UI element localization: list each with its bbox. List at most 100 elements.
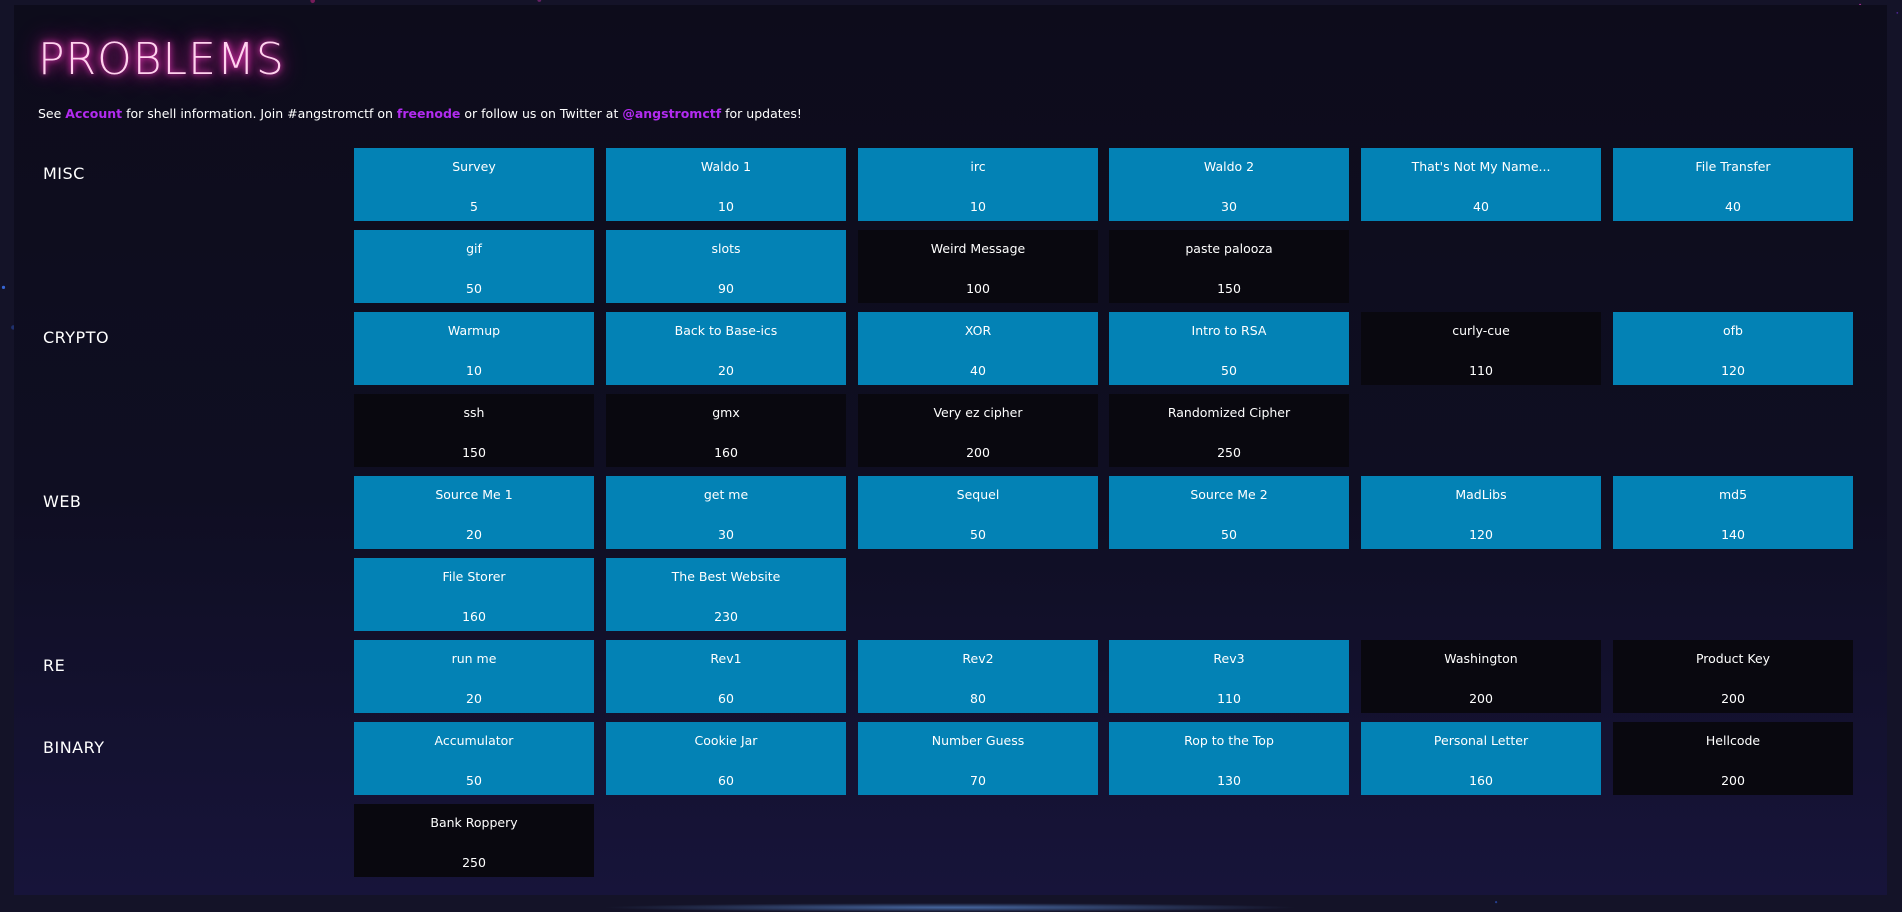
- problem-card[interactable]: Rev2 80: [858, 640, 1098, 713]
- problem-name: Waldo 1: [700, 159, 752, 174]
- problem-card[interactable]: ssh 150: [354, 394, 594, 467]
- problem-name: Product Key: [1695, 651, 1771, 666]
- problem-points: 20: [718, 363, 734, 378]
- problem-card[interactable]: Very ez cipher 200: [858, 394, 1098, 467]
- problem-points: 50: [1221, 363, 1237, 378]
- problem-name: Number Guess: [931, 733, 1025, 748]
- problem-name: Rev1: [710, 651, 742, 666]
- problem-card[interactable]: slots 90: [606, 230, 846, 303]
- problem-card[interactable]: Intro to RSA 50: [1109, 312, 1349, 385]
- problem-card[interactable]: irc 10: [858, 148, 1098, 221]
- problem-card[interactable]: Waldo 2 30: [1109, 148, 1349, 221]
- problem-points: 50: [1221, 527, 1237, 542]
- problem-card[interactable]: Rev3 110: [1109, 640, 1349, 713]
- problem-card[interactable]: gif 50: [354, 230, 594, 303]
- problem-points: 120: [1469, 527, 1493, 542]
- problem-name: Cookie Jar: [694, 733, 758, 748]
- problem-card[interactable]: gmx 160: [606, 394, 846, 467]
- problem-card[interactable]: Bank Roppery 250: [354, 804, 594, 877]
- problem-card[interactable]: Accumulator 50: [354, 722, 594, 795]
- problem-points: 30: [718, 527, 734, 542]
- problem-card[interactable]: Washington 200: [1361, 640, 1601, 713]
- problem-card[interactable]: MadLibs 120: [1361, 476, 1601, 549]
- problem-card[interactable]: md5 140: [1613, 476, 1853, 549]
- problem-name: paste palooza: [1185, 241, 1273, 256]
- problem-name: Rop to the Top: [1184, 733, 1274, 748]
- problem-card[interactable]: Source Me 2 50: [1109, 476, 1349, 549]
- problem-card[interactable]: Randomized Cipher 250: [1109, 394, 1349, 467]
- problem-card[interactable]: get me 30: [606, 476, 846, 549]
- problem-points: 50: [466, 281, 482, 296]
- problem-points: 60: [718, 691, 734, 706]
- problem-card[interactable]: curly-cue 110: [1361, 312, 1601, 385]
- problem-points: 60: [718, 773, 734, 788]
- category-label-crypto: CRYPTO: [43, 328, 110, 347]
- category-label-binary: BINARY: [43, 738, 105, 757]
- problem-name: Randomized Cipher: [1167, 405, 1291, 420]
- problem-points: 10: [970, 199, 986, 214]
- problem-card[interactable]: Survey 5: [354, 148, 594, 221]
- problem-card[interactable]: Product Key 200: [1613, 640, 1853, 713]
- problem-card[interactable]: File Storer 160: [354, 558, 594, 631]
- problem-name: curly-cue: [1452, 323, 1510, 338]
- problem-points: 110: [1469, 363, 1493, 378]
- problem-name: Warmup: [447, 323, 501, 338]
- account-link[interactable]: Account: [65, 106, 122, 121]
- problem-name: slots: [711, 241, 741, 256]
- problem-card[interactable]: File Transfer 40: [1613, 148, 1853, 221]
- problem-card[interactable]: Personal Letter 160: [1361, 722, 1601, 795]
- problem-points: 30: [1221, 199, 1237, 214]
- problem-points: 200: [1469, 691, 1493, 706]
- problem-card[interactable]: XOR 40: [858, 312, 1098, 385]
- intro-middle: for shell information. Join #angstromctf…: [122, 106, 397, 121]
- problem-points: 40: [1473, 199, 1489, 214]
- problem-points: 40: [970, 363, 986, 378]
- problem-points: 150: [1217, 281, 1241, 296]
- problem-points: 230: [714, 609, 738, 624]
- problem-card[interactable]: The Best Website 230: [606, 558, 846, 631]
- problem-card[interactable]: ofb 120: [1613, 312, 1853, 385]
- problem-card[interactable]: That's Not My Name... 40: [1361, 148, 1601, 221]
- problem-points: 10: [718, 199, 734, 214]
- category-label-web: WEB: [43, 492, 82, 511]
- problem-points: 20: [466, 527, 482, 542]
- problem-points: 20: [466, 691, 482, 706]
- problem-points: 130: [1217, 773, 1241, 788]
- problem-card[interactable]: Warmup 10: [354, 312, 594, 385]
- problem-name: Hellcode: [1705, 733, 1761, 748]
- problem-name: Intro to RSA: [1191, 323, 1267, 338]
- problem-name: Back to Base-ics: [674, 323, 778, 338]
- problem-name: Weird Message: [930, 241, 1026, 256]
- problem-card[interactable]: Source Me 1 20: [354, 476, 594, 549]
- problem-card[interactable]: run me 20: [354, 640, 594, 713]
- problem-points: 110: [1217, 691, 1241, 706]
- problem-points: 5: [470, 199, 478, 214]
- freenode-link[interactable]: freenode: [397, 106, 460, 121]
- problem-points: 90: [718, 281, 734, 296]
- problem-name: XOR: [964, 323, 992, 338]
- problem-card[interactable]: Sequel 50: [858, 476, 1098, 549]
- problem-name: Bank Roppery: [430, 815, 518, 830]
- intro-prefix: See: [38, 106, 66, 121]
- problem-card[interactable]: Hellcode 200: [1613, 722, 1853, 795]
- problem-points: 200: [1721, 691, 1745, 706]
- problem-name: Survey: [452, 159, 496, 174]
- problem-card[interactable]: Weird Message 100: [858, 230, 1098, 303]
- twitter-link[interactable]: @angstromctf: [622, 106, 721, 121]
- category-label-re: RE: [43, 656, 66, 675]
- problem-name: Personal Letter: [1433, 733, 1529, 748]
- problem-name: Washington: [1444, 651, 1518, 666]
- problem-name: Rev3: [1213, 651, 1245, 666]
- problem-card[interactable]: Waldo 1 10: [606, 148, 846, 221]
- problem-name: File Transfer: [1695, 159, 1771, 174]
- problem-card[interactable]: paste palooza 150: [1109, 230, 1349, 303]
- problem-name: ofb: [1723, 323, 1743, 338]
- problem-card[interactable]: Number Guess 70: [858, 722, 1098, 795]
- problem-card[interactable]: Rop to the Top 130: [1109, 722, 1349, 795]
- problem-points: 120: [1721, 363, 1745, 378]
- problem-card[interactable]: Cookie Jar 60: [606, 722, 846, 795]
- problem-name: That's Not My Name...: [1411, 159, 1551, 174]
- problem-card[interactable]: Rev1 60: [606, 640, 846, 713]
- problem-card[interactable]: Back to Base-ics 20: [606, 312, 846, 385]
- problem-points: 10: [466, 363, 482, 378]
